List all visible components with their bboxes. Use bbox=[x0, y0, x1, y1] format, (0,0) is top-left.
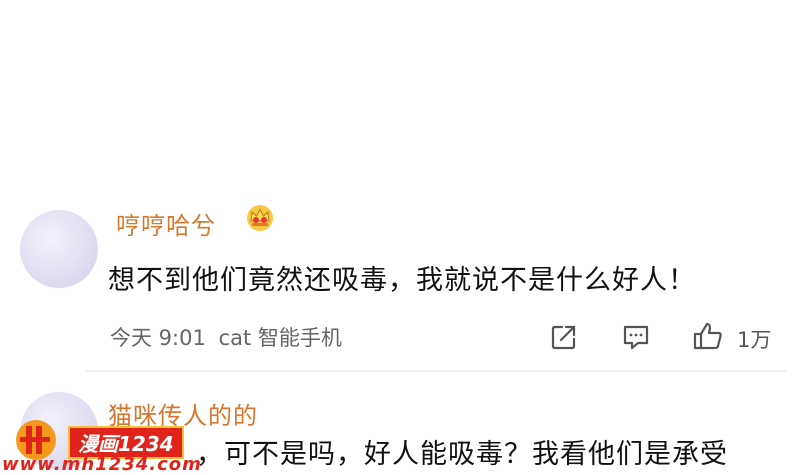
share-icon[interactable] bbox=[549, 322, 579, 352]
comment-text: ，可不是吗，好人能吸毒？我看他们是承受 bbox=[196, 439, 728, 470]
comment-username[interactable]: 哼哼哈兮 bbox=[116, 206, 216, 241]
comment-time: 今天 9:01 bbox=[110, 326, 206, 350]
comment-text: 想不到他们竟然还吸毒，我就说不是什么好人！ bbox=[108, 265, 696, 296]
comment-meta: 今天 9:01 cat 智能手机 bbox=[110, 322, 342, 352]
thumbs-up-icon[interactable] bbox=[692, 320, 724, 352]
comment-icon[interactable] bbox=[621, 322, 651, 352]
avatar[interactable] bbox=[20, 210, 98, 288]
watermark: 漫画1234 www.mh1234.com bbox=[0, 416, 202, 475]
watermark-url: www.mh1234.com bbox=[2, 454, 202, 475]
comment-device: cat 智能手机 bbox=[218, 326, 342, 350]
like-count: 1万 bbox=[737, 328, 772, 352]
crown-icon bbox=[244, 201, 276, 233]
divider bbox=[86, 370, 786, 372]
